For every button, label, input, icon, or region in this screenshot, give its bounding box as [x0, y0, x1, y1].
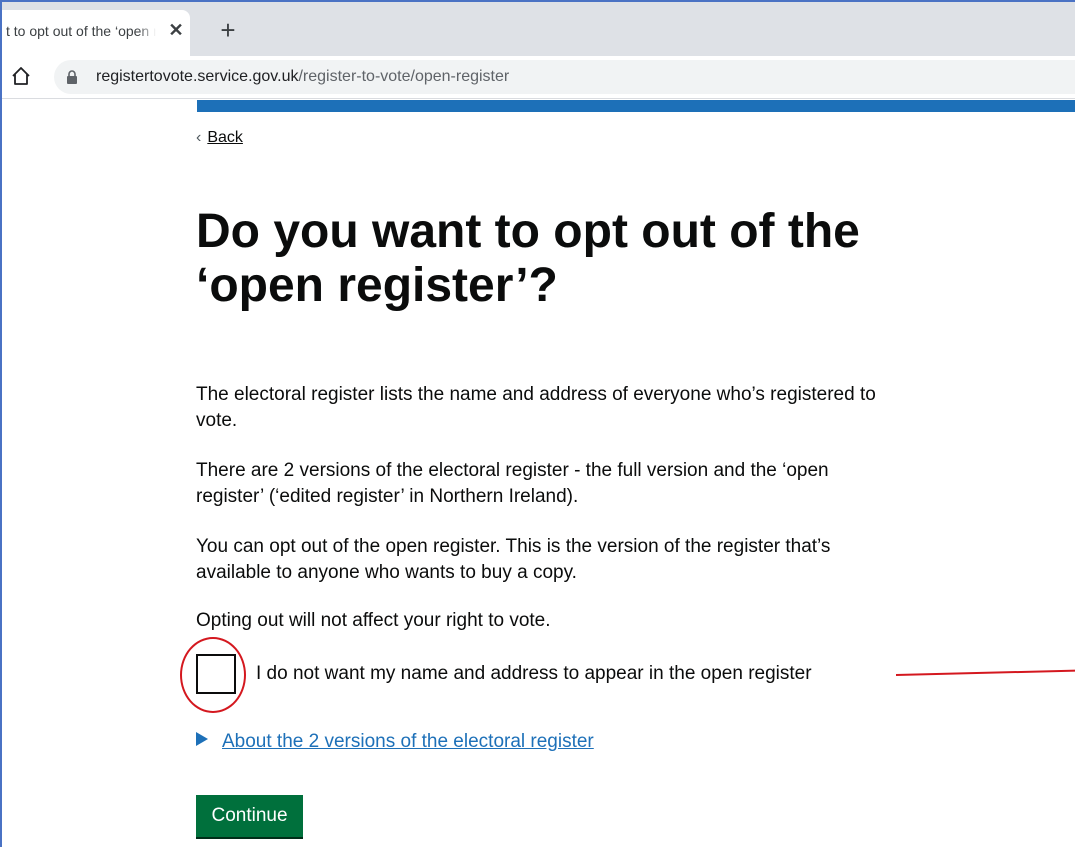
- continue-button[interactable]: Continue: [196, 795, 303, 837]
- opt-out-checkbox-label[interactable]: I do not want my name and address to app…: [256, 663, 812, 685]
- url-path: /register-to-vote/open-register: [298, 68, 510, 85]
- body-paragraph: You can opt out of the open register. Th…: [196, 536, 831, 583]
- body-paragraph: Opting out will not affect your right to…: [196, 610, 551, 631]
- close-icon[interactable]: ✕: [166, 20, 186, 40]
- details-summary-label: About the 2 versions of the electoral re…: [222, 731, 594, 752]
- browser-toolbar: registertovote.service.gov.uk/register-t…: [2, 56, 1075, 99]
- page-title: Do you want to opt out of the ‘open regi…: [196, 205, 860, 312]
- body-paragraph: There are 2 versions of the electoral re…: [196, 460, 829, 507]
- annotation-circle: [180, 637, 246, 713]
- details-toggle[interactable]: About the 2 versions of the electoral re…: [196, 731, 594, 753]
- url-domain: registertovote.service.gov.uk: [96, 68, 299, 85]
- triangle-right-icon: [196, 732, 208, 746]
- browser-tab[interactable]: t to opt out of the ‘open register’? ✕: [2, 10, 190, 56]
- chevron-left-icon: ‹: [196, 129, 202, 146]
- lock-icon[interactable]: [66, 70, 78, 84]
- url-text[interactable]: registertovote.service.gov.uk/register-t…: [96, 68, 509, 86]
- header-blue-bar: [197, 100, 1075, 112]
- plus-icon[interactable]: +: [216, 17, 240, 43]
- back-link-label: Back: [207, 129, 243, 146]
- home-icon[interactable]: [10, 65, 32, 87]
- address-bar[interactable]: registertovote.service.gov.uk/register-t…: [54, 60, 1075, 94]
- browser-tab-strip: t to opt out of the ‘open register’? ✕ +: [2, 2, 1075, 56]
- window-frame-left: [0, 0, 2, 847]
- annotation-line: [895, 669, 1075, 676]
- back-link[interactable]: ‹ Back: [196, 129, 243, 147]
- body-paragraph: The electoral register lists the name an…: [196, 384, 876, 431]
- tab-title: t to opt out of the ‘open register’?: [6, 23, 156, 39]
